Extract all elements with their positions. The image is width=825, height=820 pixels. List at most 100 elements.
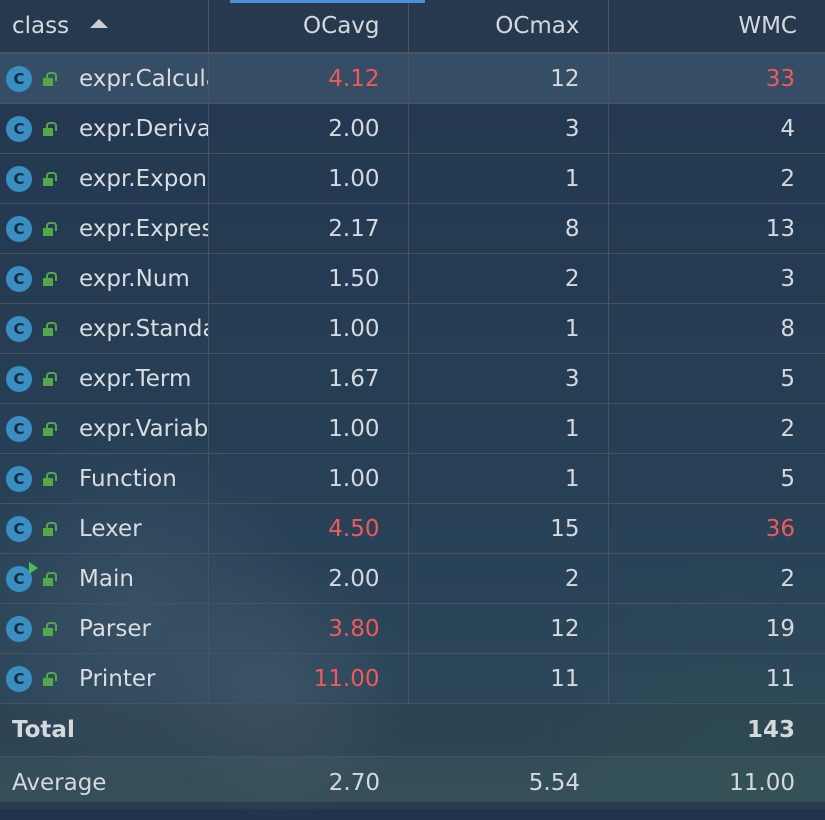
- total-row: Total 143: [0, 703, 825, 757]
- class-cell: C Function: [0, 453, 209, 504]
- class-icon: C: [6, 65, 32, 92]
- class-cell: Cexpr.Deriva: [0, 103, 209, 154]
- class-cell: C Parser: [0, 603, 209, 654]
- class-cell: Cexpr.Expone: [0, 153, 209, 204]
- ocavg-cell: 11.00: [208, 653, 409, 704]
- class-name: expr.Expone: [79, 165, 208, 192]
- total-ocavg: [208, 703, 408, 757]
- run-icon: [29, 561, 38, 574]
- ocmax-cell: 1: [408, 153, 609, 204]
- sort-ascending-icon: [90, 19, 109, 28]
- class-cell-content: C Parser: [0, 604, 207, 653]
- average-wmc: 11.00: [608, 756, 825, 809]
- class-cell-content: C Lexer: [0, 504, 207, 553]
- table-row[interactable]: Cexpr.Calcula 4.12 12 33: [0, 53, 825, 104]
- table-row[interactable]: Cexpr.Term 1.67 3 5: [0, 353, 825, 404]
- wmc-cell: 13: [608, 203, 825, 254]
- table-row[interactable]: C Function 1.00 1 5: [0, 453, 825, 504]
- ocavg-cell: 1.00: [208, 403, 409, 454]
- class-name: Function: [79, 465, 177, 492]
- class-name: expr.Calcula: [79, 65, 208, 92]
- wmc-cell: 4: [608, 103, 825, 154]
- ocavg-cell: 4.50: [208, 503, 409, 554]
- class-name: Main: [79, 565, 134, 592]
- lock-open-icon: [41, 321, 57, 336]
- lock-open-icon: [41, 421, 57, 436]
- class-name: expr.Expres: [79, 215, 208, 242]
- ocmax-cell: 12: [408, 603, 609, 654]
- table-row[interactable]: C Lexer 4.50 15 36: [0, 503, 825, 554]
- class-cell-content: Cexpr.Standa: [0, 304, 207, 353]
- class-name: expr.Num: [79, 265, 190, 292]
- lock-open-icon: [41, 671, 57, 686]
- class-cell-content: Cexpr.Deriva: [0, 104, 208, 153]
- class-icon: C: [6, 515, 32, 542]
- ocmax-cell: 12: [408, 53, 609, 104]
- class-cell-content: Cexpr.Variab: [0, 404, 207, 453]
- ocmax-cell: 3: [408, 103, 609, 154]
- table-row[interactable]: Cexpr.Deriva 2.00 3 4: [0, 103, 825, 154]
- class-icon: C: [6, 615, 32, 642]
- table-row[interactable]: Cexpr.Expone 1.00 1 2: [0, 153, 825, 204]
- class-cell-content: C Function: [0, 454, 207, 503]
- class-cell: C Main: [0, 553, 209, 604]
- table-body: Cexpr.Calcula 4.12 12 33 Cexpr.Deriva 2.00 3 4 C…: [0, 53, 825, 704]
- class-name: Lexer: [79, 515, 142, 542]
- class-icon: C: [6, 665, 32, 692]
- wmc-cell: 5: [608, 353, 825, 404]
- ocmax-cell: 3: [408, 353, 609, 404]
- column-header-wmc[interactable]: WMC: [608, 0, 825, 54]
- class-cell: C Lexer: [0, 503, 209, 554]
- class-cell-content: C Printer: [0, 654, 207, 703]
- class-icon: C: [6, 115, 32, 142]
- lock-open-icon: [41, 621, 57, 636]
- lock-open-icon: [41, 121, 57, 136]
- class-icon: C: [6, 215, 32, 242]
- column-header-ocavg[interactable]: OCavg: [208, 0, 409, 54]
- class-cell-content: Cexpr.Expone: [0, 154, 208, 203]
- ocavg-cell: 1.67: [208, 353, 409, 404]
- class-cell: Cexpr.Num: [0, 253, 209, 304]
- wmc-cell: 8: [608, 303, 825, 354]
- total-label: Total: [0, 703, 208, 757]
- wmc-cell: 2: [608, 403, 825, 454]
- column-header-label: class: [12, 13, 70, 39]
- class-cell-content: Cexpr.Num: [0, 254, 207, 303]
- table-row[interactable]: Cexpr.Num 1.50 2 3: [0, 253, 825, 304]
- wmc-cell: 3: [608, 253, 825, 304]
- wmc-cell: 19: [608, 603, 825, 654]
- table-row[interactable]: C Main 2.00 2 2: [0, 553, 825, 604]
- table-row[interactable]: C Printer 11.00 11 11: [0, 653, 825, 704]
- ocavg-cell: 1.00: [208, 303, 409, 354]
- column-header-label: WMC: [738, 13, 797, 39]
- class-icon: C: [6, 315, 32, 342]
- ocmax-cell: 1: [408, 403, 609, 454]
- table-row[interactable]: Cexpr.Variab 1.00 1 2: [0, 403, 825, 454]
- average-ocmax: 5.54: [408, 756, 608, 809]
- average-row: Average 2.70 5.54 11.00: [0, 756, 825, 809]
- lock-open-icon: [41, 221, 57, 236]
- ocmax-cell: 11: [408, 653, 609, 704]
- table-row[interactable]: Cexpr.Standa 1.00 1 8: [0, 303, 825, 354]
- column-header-ocmax[interactable]: OCmax: [408, 0, 609, 54]
- table-row[interactable]: C Parser 3.80 12 19: [0, 603, 825, 654]
- table-row[interactable]: Cexpr.Expres 2.17 8 13: [0, 203, 825, 254]
- class-cell: Cexpr.Standa: [0, 303, 209, 354]
- column-header-class[interactable]: class: [0, 0, 209, 54]
- wmc-cell: 36: [608, 503, 825, 554]
- class-icon: C: [6, 265, 32, 292]
- wmc-cell: 2: [608, 153, 825, 204]
- ocavg-cell: 3.80: [208, 603, 409, 654]
- class-cell: Cexpr.Variab: [0, 403, 209, 454]
- ocmax-cell: 1: [408, 453, 609, 504]
- wmc-cell: 2: [608, 553, 825, 604]
- class-cell-content: C Main: [0, 554, 207, 603]
- class-cell: Cexpr.Calcula: [0, 53, 209, 104]
- ocavg-cell: 4.12: [208, 53, 409, 104]
- metrics-table: class OCavg OCmax WMC Cexpr.Calcula 4.12 1…: [0, 0, 825, 809]
- class-name: Printer: [79, 665, 156, 692]
- lock-open-icon: [41, 71, 57, 86]
- class-name: Parser: [79, 615, 151, 642]
- class-name: expr.Deriva: [79, 115, 208, 142]
- ocmax-cell: 2: [408, 253, 609, 304]
